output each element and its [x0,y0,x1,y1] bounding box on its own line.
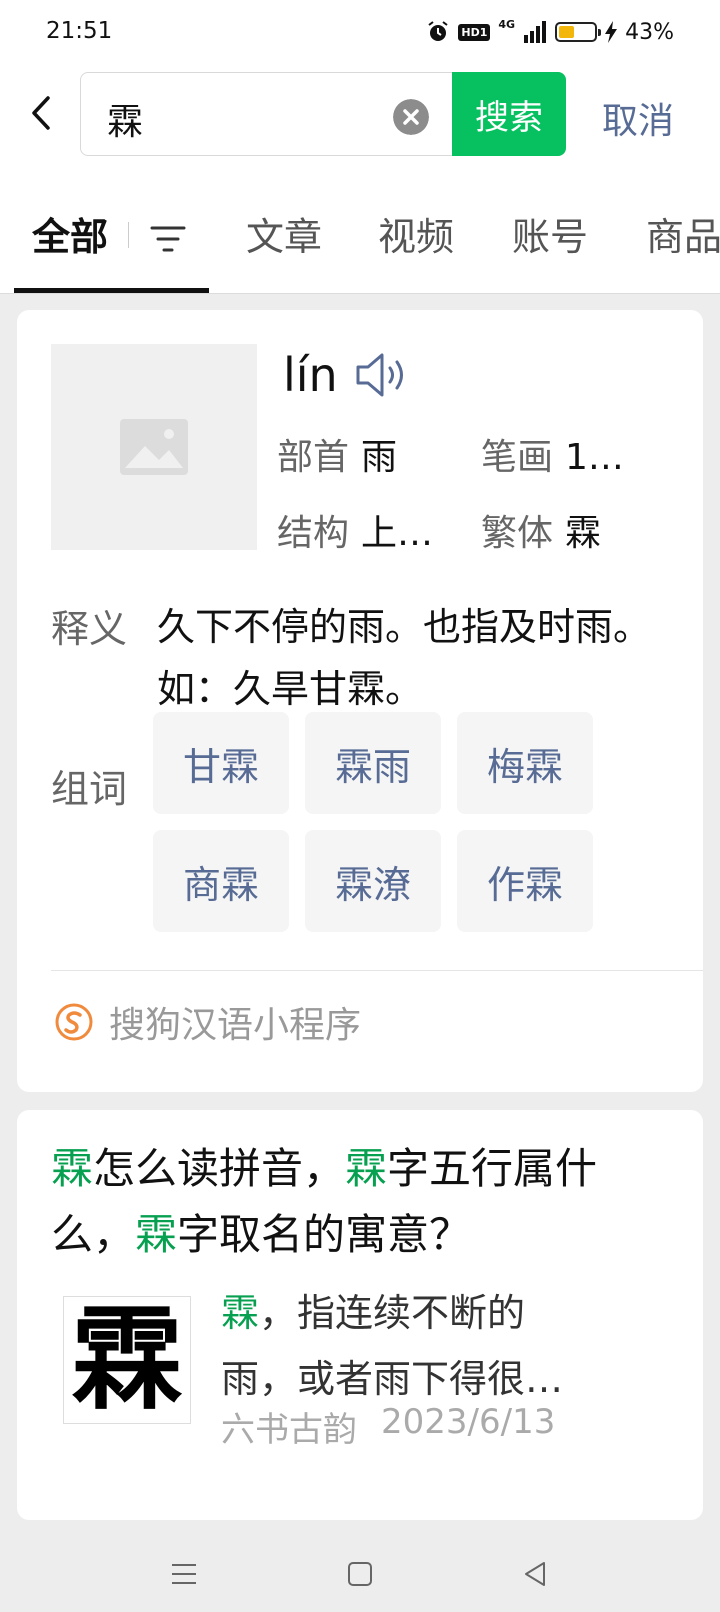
word-chip[interactable]: 作霖 [457,830,593,932]
tab-bar: 全部 文章 视频 账号 商品 [0,182,720,294]
strokes-value: 1… [565,437,624,478]
pinyin-text: lín [283,348,338,402]
back-triangle-icon[interactable] [520,1558,552,1590]
tab-articles[interactable]: 文章 [246,206,322,261]
charging-icon [605,21,618,43]
filter-icon[interactable] [150,224,186,254]
strokes-row: 笔画 1… [481,428,624,480]
clear-icon[interactable] [393,99,429,135]
dictionary-card[interactable]: lín 部首雨 笔画 1… 结构 上… 繁体霖 释义 久下不停的雨。也指及时雨。如：… [17,310,703,1092]
definition-label: 释义 [51,607,128,651]
strokes-label: 笔画 [481,437,554,478]
card-divider [51,970,703,971]
word-chip[interactable]: 甘霖 [153,712,289,814]
search-header: 霖 搜索 取消 [0,64,720,182]
article-title[interactable]: 霖怎么读拼音，霖字五行属什么，霖字取名的寓意？ [51,1136,671,1268]
article-snippet: 霖，指连续不断的 雨，或者雨下得很… [221,1280,641,1412]
sogou-source-link[interactable]: 搜狗汉语小程序 [55,996,361,1048]
signal-icon [524,21,547,43]
words-label: 组词 [51,767,128,811]
radical-row: 部首雨 [277,428,397,480]
battery-fill [559,26,574,38]
source-label: 搜狗汉语小程序 [109,1005,362,1046]
menu-icon[interactable] [168,1558,200,1590]
title-highlight: 霖 [135,1210,178,1259]
battery-icon [555,22,602,42]
home-icon[interactable] [344,1558,376,1590]
title-highlight: 霖 [51,1144,94,1193]
system-navigation-bar [0,1536,720,1612]
image-placeholder-icon [120,419,188,475]
traditional-row: 繁体霖 [481,504,601,556]
sogou-logo-icon [55,1003,93,1041]
hd-badge: HD1 [458,23,491,41]
structure-row: 结构 上… [277,504,433,556]
tab-divider [128,222,129,248]
tab-accounts[interactable]: 账号 [512,206,588,261]
character-image [51,344,257,550]
pinyin-row: lín [283,348,410,402]
article-date: 2023/6/13 [381,1402,556,1442]
article-card[interactable]: 霖怎么读拼音，霖字五行属什么，霖字取名的寓意？ 霖 霖，指连续不断的 雨，或者雨… [17,1110,703,1520]
word-chip[interactable]: 商霖 [153,830,289,932]
definition-text: 久下不停的雨。也指及时雨。如：久旱甘霖。 [157,605,652,711]
article-meta: 六书古韵 2023/6/13 [221,1402,555,1451]
status-time: 21:51 [46,18,113,44]
speaker-icon[interactable] [354,350,410,400]
thumbnail-character: 霖 [71,1296,183,1424]
article-source: 六书古韵 [221,1410,357,1450]
title-text: 怎么读拼音， [93,1144,346,1193]
active-tab-indicator [14,288,209,293]
battery-percent: 43% [625,19,674,45]
structure-label: 结构 [277,513,350,554]
search-button[interactable]: 搜索 [452,72,566,156]
search-query-text: 霖 [107,102,144,143]
alarm-icon [428,21,449,41]
traditional-label: 繁体 [481,513,554,554]
tab-all[interactable]: 全部 [32,206,108,261]
cancel-button[interactable]: 取消 [602,92,674,144]
tab-products[interactable]: 商品 [646,206,720,261]
structure-value: 上… [361,513,434,554]
title-highlight: 霖 [345,1144,388,1193]
snippet-line1: ，指连续不断的 [259,1291,526,1335]
word-chip[interactable]: 霖雨 [305,712,441,814]
radical-value: 雨 [361,437,398,478]
back-arrow-icon[interactable] [26,90,60,136]
tab-videos[interactable]: 视频 [378,206,454,261]
snippet-highlight: 霖 [221,1291,260,1335]
word-chip[interactable]: 梅霖 [457,712,593,814]
word-chip[interactable]: 霖潦 [305,830,441,932]
radical-label: 部首 [277,437,350,478]
traditional-value: 霖 [565,513,602,554]
network-label: 4G [498,18,516,31]
article-thumbnail: 霖 [63,1296,191,1424]
status-bar: 21:51 HD1 4G 43% [0,0,720,64]
title-text: 字取名的寓意？ [177,1210,472,1259]
status-icons: HD1 4G 43% [426,16,674,48]
